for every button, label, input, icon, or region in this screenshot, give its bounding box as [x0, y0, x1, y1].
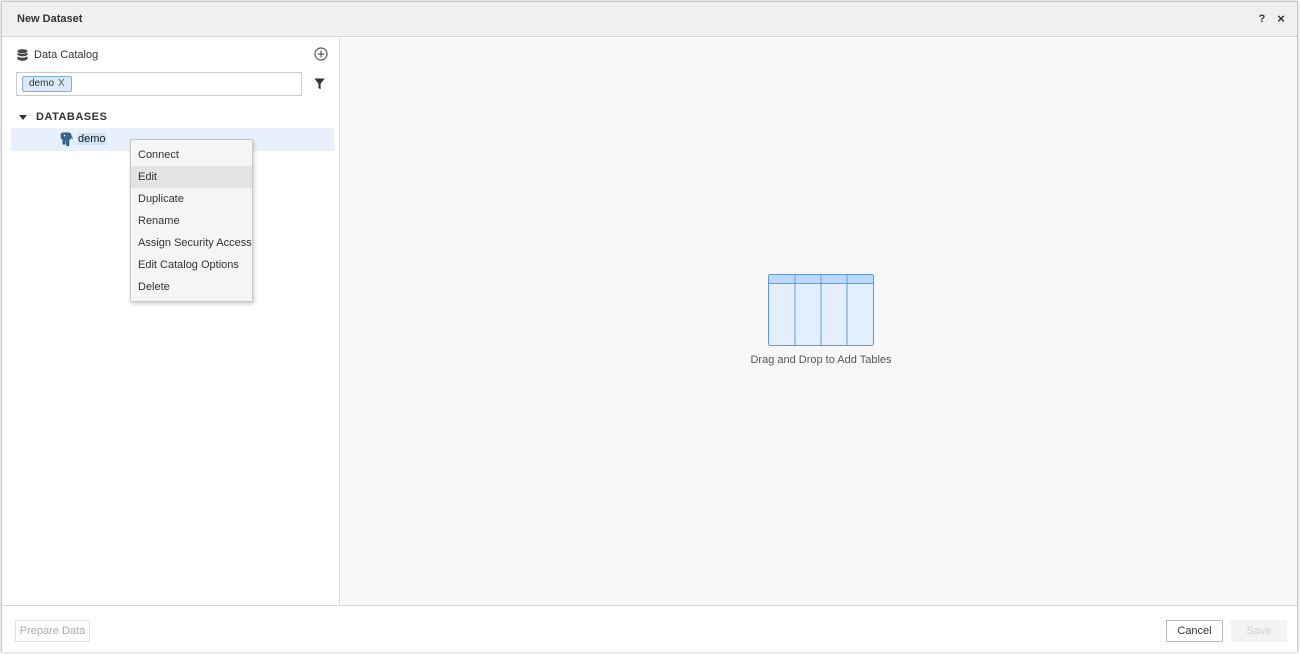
prepare-data-button[interactable]: Prepare Data — [15, 620, 90, 642]
plus-circle-icon[interactable] — [314, 47, 328, 61]
dataset-canvas[interactable]: Drag and Drop to Add Tables — [341, 38, 1297, 605]
catalog-header: Data Catalog — [17, 47, 98, 63]
chip-remove-icon[interactable]: X — [58, 77, 65, 91]
save-button[interactable]: Save — [1231, 620, 1287, 642]
caret-down-icon[interactable] — [19, 114, 27, 120]
dialog-title: New Dataset — [17, 13, 83, 25]
filter-icon[interactable] — [314, 78, 325, 90]
menu-item-rename[interactable]: Rename — [131, 210, 252, 232]
drop-tables-hint: Drag and Drop to Add Tables — [750, 354, 892, 366]
postgresql-elephant-icon — [60, 132, 73, 147]
help-button[interactable]: ? — [1255, 11, 1269, 27]
database-icon — [17, 48, 28, 61]
section-title: DATABASES — [36, 111, 108, 123]
dialog-footer: Prepare Data Cancel Save — [2, 605, 1297, 652]
databases-section-header[interactable]: DATABASES — [19, 110, 107, 124]
menu-item-edit[interactable]: Edit — [131, 166, 252, 188]
data-catalog-panel: Data Catalog demo X DATABASES demo — [2, 38, 340, 605]
cancel-button[interactable]: Cancel — [1166, 620, 1223, 642]
chip-label: demo — [29, 78, 55, 89]
search-filter-chip[interactable]: demo X — [22, 76, 72, 92]
table-placeholder-icon — [768, 274, 874, 346]
close-button[interactable]: × — [1274, 11, 1288, 27]
title-bar: New Dataset ? × — [2, 2, 1297, 37]
catalog-title: Data Catalog — [34, 49, 99, 61]
database-context-menu: Connect Edit Duplicate Rename Assign Sec… — [130, 139, 253, 302]
menu-item-assign-security-access[interactable]: Assign Security Access — [131, 232, 252, 254]
tree-item-label: demo — [77, 133, 107, 145]
menu-item-delete[interactable]: Delete — [131, 276, 252, 298]
menu-item-connect[interactable]: Connect — [131, 144, 252, 166]
menu-item-duplicate[interactable]: Duplicate — [131, 188, 252, 210]
new-dataset-dialog: New Dataset ? × Data Catalog demo X DATA… — [1, 1, 1298, 652]
catalog-search-input[interactable]: demo X — [16, 72, 302, 96]
menu-item-edit-catalog-options[interactable]: Edit Catalog Options — [131, 254, 252, 276]
